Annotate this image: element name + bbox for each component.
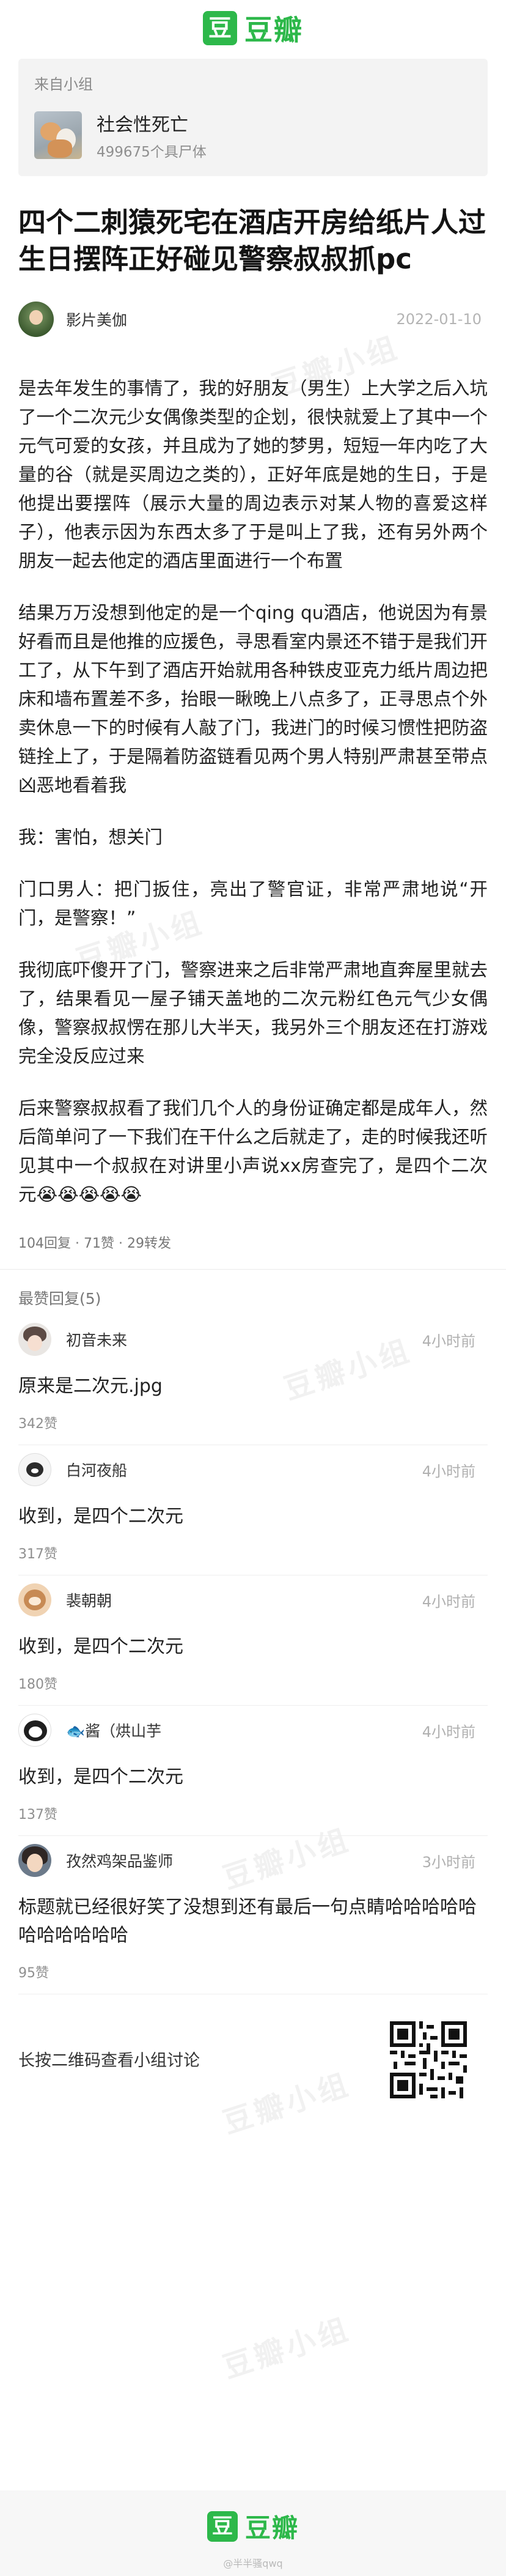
douban-logo[interactable]: 豆 豆瓣 (203, 8, 303, 48)
comment-item: 孜然鸡架品鉴师 3小时前 标题就已经很好笑了没想到还有最后一句点睛哈哈哈哈哈哈哈… (18, 1836, 488, 1994)
post-date: 2022-01-10 (396, 311, 482, 328)
comment-item: 白河夜船 4小时前 收到，是四个二次元 317赞 (18, 1445, 488, 1575)
brand-name: 豆瓣 (244, 2513, 299, 2543)
comment-author[interactable]: 🐟酱（烘山芋 (66, 1719, 161, 1741)
comment-author[interactable]: 初音未来 (66, 1328, 127, 1350)
comment-time: 4小时前 (422, 1723, 475, 1741)
brand-name: 豆瓣 (244, 13, 303, 46)
avatar[interactable] (18, 1714, 51, 1747)
divider (0, 1269, 506, 1270)
comment-item: 🐟酱（烘山芋 4小时前 收到，是四个二次元 137赞 (18, 1706, 488, 1836)
group-member-count: 499675个具尸体 (97, 144, 207, 160)
avatar[interactable] (18, 1323, 51, 1356)
post-paragraph: 是去年发生的事情了，我的好朋友（男生）上大学之后入坑了一个二次元少女偶像类型的企… (18, 378, 488, 571)
author-name[interactable]: 影片美伽 (66, 308, 127, 330)
comment-author[interactable]: 白河夜船 (66, 1459, 127, 1481)
top-header: 豆 豆瓣 (0, 0, 506, 56)
comment-text: 收到，是四个二次元 (18, 1766, 183, 1788)
author-row: 影片美伽 2022-01-10 (18, 301, 488, 338)
comment-item: 初音未来 4小时前 原来是二次元.jpg 342赞 (18, 1315, 488, 1445)
comment-time: 3小时前 (422, 1853, 475, 1871)
post-body: 是去年发生的事情了，我的好朋友（男生）上大学之后入坑了一个二次元少女偶像类型的企… (18, 374, 488, 1209)
comment-likes[interactable]: 317赞 (18, 1543, 488, 1575)
qr-section: 长按二维码查看小组讨论 (18, 1994, 488, 2128)
group-card[interactable]: 来自小组 社会性死亡 499675个具尸体 (18, 59, 488, 176)
post-paragraph: 我彻底吓傻开了门，警察进来之后非常严肃地直奔屋里就去了，结果看见一屋子铺天盖地的… (18, 960, 488, 1067)
post-paragraph: 结果万万没想到他定的是一个qing qu酒店，他说因为有景好看而且是他推的应援色… (18, 602, 488, 796)
weibo-credit: @半半骚qwq (223, 2558, 283, 2569)
douban-logo-icon: 豆 (203, 11, 237, 45)
douban-logo-bottom[interactable]: 豆 豆瓣 (207, 2508, 299, 2545)
page: 豆瓣小组 豆瓣小组 豆瓣小组 豆瓣小组 豆瓣小组 豆瓣小组 豆 豆瓣 来自小组 … (0, 0, 506, 2576)
group-avatar-icon (34, 111, 82, 159)
post-paragraph: 后来警察叔叔看了我们几个人的身份证确定都是成年人，然后简单问了一下我们在干什么之… (18, 1098, 488, 1205)
bottom-bar: 豆 豆瓣 @半半骚qwq (0, 2490, 506, 2576)
comment-text: 原来是二次元.jpg (18, 1375, 163, 1397)
comment-author[interactable]: 裴朝朝 (66, 1589, 112, 1611)
comment-text: 标题就已经很好笑了没想到还有最后一句点睛哈哈哈哈哈哈哈哈哈哈哈 (18, 1897, 477, 1946)
comment-likes[interactable]: 137赞 (18, 1804, 488, 1835)
from-group-label: 来自小组 (34, 76, 93, 93)
comment-likes[interactable]: 95赞 (18, 1962, 488, 1994)
group-info: 社会性死亡 499675个具尸体 (34, 109, 472, 161)
comment-item: 裴朝朝 4小时前 收到，是四个二次元 180赞 (18, 1575, 488, 1706)
watermark: 豆瓣小组 (219, 2311, 355, 2385)
comment-author[interactable]: 孜然鸡架品鉴师 (66, 1849, 173, 1871)
comment-list: 初音未来 4小时前 原来是二次元.jpg 342赞 白河夜船 4小时前 收到，是… (0, 1315, 506, 1994)
group-name: 社会性死亡 (97, 114, 188, 136)
avatar[interactable] (18, 1453, 51, 1486)
author-avatar[interactable] (18, 302, 54, 337)
post-paragraph: 我：害怕，想关门 (18, 827, 163, 848)
douban-logo-icon: 豆 (207, 2511, 238, 2542)
comment-text: 收到，是四个二次元 (18, 1636, 183, 1657)
comment-likes[interactable]: 180赞 (18, 1673, 488, 1705)
comment-time: 4小时前 (422, 1462, 475, 1480)
comment-text: 收到，是四个二次元 (18, 1506, 183, 1527)
comment-time: 4小时前 (422, 1593, 475, 1610)
post-paragraph: 门口男人：把门扳住，亮出了警官证，非常严肃地说“开门，是警察！” (18, 879, 488, 928)
top-replies-title: 最赞回复(5) (18, 1290, 101, 1308)
qr-code-icon[interactable] (390, 2021, 467, 2098)
avatar[interactable] (18, 1583, 51, 1616)
comment-time: 4小时前 (422, 1332, 475, 1350)
avatar[interactable] (18, 1844, 51, 1877)
post-title: 四个二刺猿死宅在酒店开房给纸片人过生日摆阵正好碰见警察叔叔抓pc (18, 206, 486, 275)
comment-likes[interactable]: 342赞 (18, 1413, 488, 1445)
qr-hint: 长按二维码查看小组讨论 (18, 2051, 200, 2070)
post-stats: 104回复 · 71赞 · 29转发 (18, 1236, 171, 1251)
